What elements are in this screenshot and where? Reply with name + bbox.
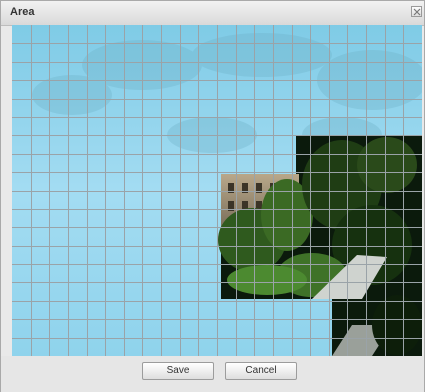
cancel-button[interactable]: Cancel (225, 362, 297, 380)
area-dialog: Area Save Cancel (0, 0, 425, 392)
dialog-button-bar: Save Cancel (1, 356, 424, 392)
area-grid-canvas[interactable] (12, 25, 422, 356)
close-button[interactable] (411, 6, 422, 17)
dialog-titlebar: Area (1, 1, 424, 26)
save-button[interactable]: Save (142, 362, 214, 380)
close-icon (413, 8, 421, 16)
dialog-title: Area (10, 6, 35, 18)
camera-scene (12, 25, 422, 356)
